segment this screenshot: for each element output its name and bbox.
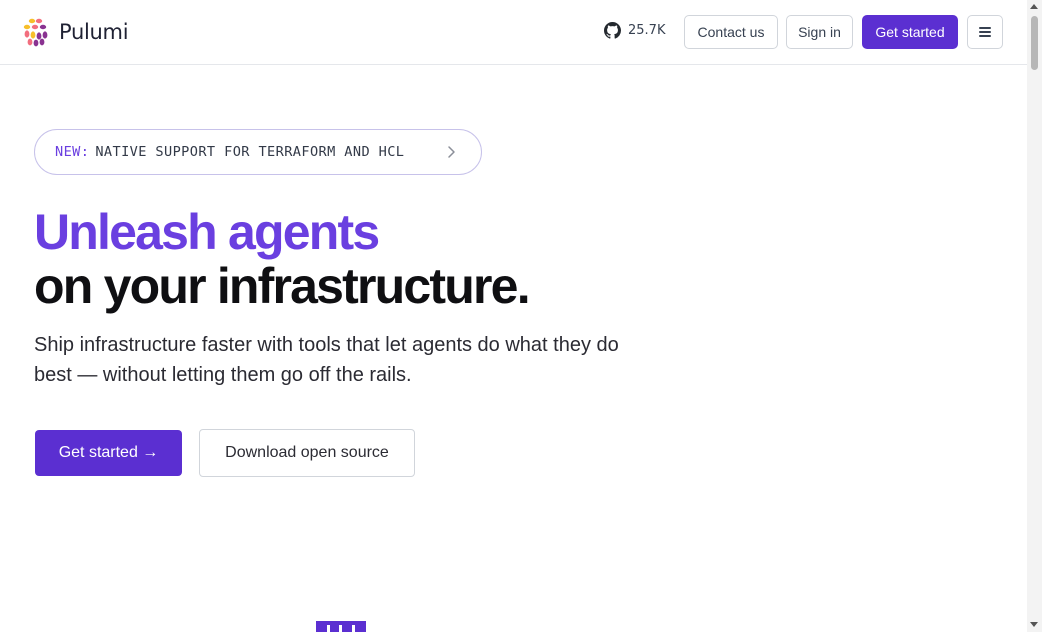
announcement-pill[interactable]: NEW: NATIVE SUPPORT FOR TERRAFORM AND HC…	[34, 129, 482, 175]
scroll-down-arrow-icon[interactable]	[1030, 622, 1038, 627]
sign-in-button[interactable]: Sign in	[786, 15, 853, 49]
announcement-text: NATIVE SUPPORT FOR TERRAFORM AND HCL	[95, 144, 405, 160]
scroll-up-arrow-icon[interactable]	[1030, 4, 1038, 9]
pulumi-logo[interactable]: Pulumi	[23, 17, 129, 47]
brand-name: Pulumi	[59, 20, 129, 44]
get-started-button[interactable]: Get started →	[35, 430, 182, 476]
hero-subheading: Ship infrastructure faster with tools th…	[34, 334, 619, 386]
chevron-right-icon	[448, 146, 455, 158]
hamburger-menu-icon	[979, 27, 991, 37]
next-section-graphic	[316, 621, 366, 632]
scrollbar-thumb[interactable]	[1031, 16, 1038, 70]
announcement-tag: NEW:	[55, 144, 90, 160]
hero-headline-accent: Unleash agents	[34, 204, 380, 260]
download-open-source-button[interactable]: Download open source	[199, 429, 415, 477]
menu-button[interactable]	[967, 15, 1003, 49]
github-icon	[604, 22, 621, 39]
github-stars-link[interactable]: 25.7K	[604, 22, 665, 39]
pulumi-logo-icon	[23, 18, 48, 47]
header-get-started-button[interactable]: Get started	[862, 15, 958, 49]
page: Pulumi 25.7K Contact us Sign in Get star…	[0, 0, 1027, 632]
contact-us-button[interactable]: Contact us	[684, 15, 778, 49]
site-header: Pulumi 25.7K Contact us Sign in Get star…	[0, 0, 1027, 65]
github-star-count: 25.7K	[628, 23, 666, 38]
vertical-scrollbar[interactable]	[1027, 0, 1042, 632]
hero-headline: on your infrastructure.	[34, 258, 531, 314]
